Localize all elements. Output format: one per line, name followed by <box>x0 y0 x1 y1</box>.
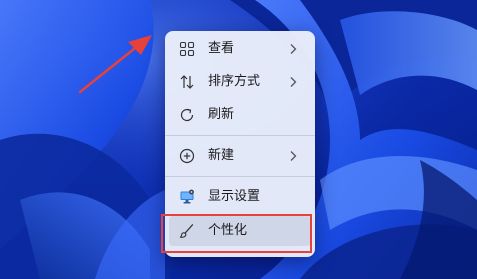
annotation-highlight-box <box>161 214 312 253</box>
menu-item-label: 新建 <box>208 148 235 163</box>
chevron-right-icon <box>290 77 297 87</box>
menu-item-display-settings[interactable]: 显示设置 <box>169 182 311 212</box>
chevron-right-icon <box>290 151 297 161</box>
desktop[interactable]: 查看 排序方式 刷新 新建 显示设置 个性化 <box>0 0 477 279</box>
menu-separator <box>165 135 315 136</box>
sort-icon <box>180 75 194 89</box>
menu-item-label: 刷新 <box>208 107 235 122</box>
display-settings-icon <box>180 189 194 204</box>
menu-item-view[interactable]: 查看 <box>169 34 311 64</box>
menu-item-label: 排序方式 <box>208 74 261 89</box>
refresh-icon <box>180 108 194 122</box>
menu-item-label: 显示设置 <box>208 189 261 204</box>
menu-item-refresh[interactable]: 刷新 <box>169 100 311 130</box>
menu-item-sort-by[interactable]: 排序方式 <box>169 67 311 97</box>
menu-item-label: 查看 <box>208 41 235 56</box>
menu-separator <box>165 176 315 177</box>
menu-item-new[interactable]: 新建 <box>169 141 311 171</box>
chevron-right-icon <box>290 44 297 54</box>
grid-icon <box>179 41 195 57</box>
add-circle-icon <box>179 148 195 164</box>
